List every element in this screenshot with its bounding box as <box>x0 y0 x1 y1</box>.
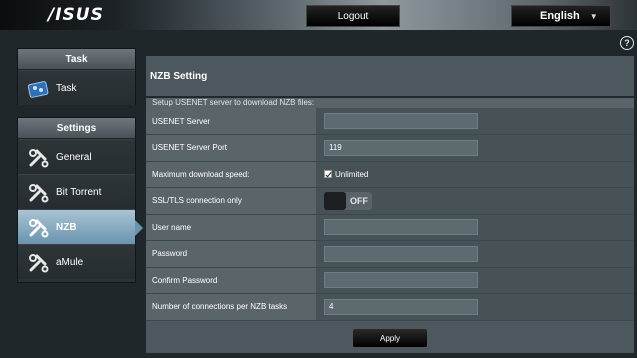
field-label: Confirm Password <box>146 267 316 294</box>
form-row: Password <box>146 240 634 268</box>
task-icon <box>28 81 49 98</box>
ssl-toggle[interactable]: OFF <box>324 191 372 210</box>
wrench-icon <box>29 254 49 273</box>
settings-panel: Settings General Bit Torrent NZB aMule <box>17 117 143 283</box>
sidebar-item-task[interactable]: Task <box>18 70 135 105</box>
field-label: User name <box>146 214 316 241</box>
sidebar-item-label: NZB <box>56 221 77 233</box>
field-label: SSL/TLS connection only <box>146 187 316 215</box>
toggle-state-label: OFF <box>350 195 368 206</box>
connections-input[interactable] <box>324 298 478 315</box>
field-label: Number of connections per NZB tasks <box>146 293 316 321</box>
wrench-icon <box>29 149 49 168</box>
form-row: Number of connections per NZB tasks <box>146 293 634 321</box>
nzb-settings-panel: NZB Setting Setup USENET server to downl… <box>146 56 634 353</box>
sidebar-item-general[interactable]: General <box>18 139 135 174</box>
asus-logo: /ISUS <box>48 5 104 25</box>
usenet-port-input[interactable] <box>324 139 478 156</box>
settings-panel-header: Settings <box>18 118 135 139</box>
sidebar-item-nzb[interactable]: NZB <box>18 209 143 244</box>
field-label: USENET Server <box>146 108 316 135</box>
app-window: /ISUS Logout English ▼ ? Task Task Setti… <box>0 0 637 358</box>
form-row: User name <box>146 214 634 241</box>
sidebar-item-bit-torrent[interactable]: Bit Torrent <box>18 174 135 209</box>
sidebar-item-label: General <box>56 151 92 163</box>
section-description: Setup USENET server to download NZB file… <box>146 98 634 108</box>
password-input[interactable] <box>324 245 478 262</box>
unlimited-option[interactable]: Unlimited <box>324 170 634 179</box>
field-label: USENET Server Port <box>146 134 316 162</box>
top-bar: /ISUS Logout English ▼ <box>0 0 637 30</box>
field-label: Password <box>146 240 316 268</box>
confirm-password-input[interactable] <box>324 272 478 289</box>
page-title: NZB Setting <box>150 71 208 82</box>
wrench-icon <box>29 219 49 238</box>
form-row: Maximum download speed: Unlimited <box>146 161 634 188</box>
wrench-icon <box>29 184 49 203</box>
sidebar-item-label: aMule <box>56 256 84 268</box>
form-row: SSL/TLS connection only OFF <box>146 187 634 215</box>
form-row: USENET Server <box>146 108 634 135</box>
field-label: Maximum download speed: <box>146 161 316 188</box>
active-indicator-arrow <box>135 220 143 236</box>
unlimited-checkbox[interactable] <box>324 170 332 179</box>
task-panel-header: Task <box>18 49 135 70</box>
username-input[interactable] <box>324 219 478 236</box>
task-panel: Task Task <box>17 48 136 105</box>
language-selector[interactable]: English ▼ <box>511 5 611 27</box>
checkbox-label: Unlimited <box>335 169 369 179</box>
usenet-server-input[interactable] <box>324 113 478 129</box>
settings-form: USENET Server USENET Server Port Maximum… <box>146 108 634 321</box>
sidebar-item-label: Bit Torrent <box>56 186 102 198</box>
language-label: English <box>540 10 580 22</box>
form-row: USENET Server Port <box>146 134 634 162</box>
sidebar-item-label: Task <box>56 82 77 94</box>
sidebar-item-amule[interactable]: aMule <box>18 244 135 279</box>
apply-button[interactable]: Apply <box>352 328 428 348</box>
chevron-down-icon: ▼ <box>589 11 598 21</box>
toggle-knob <box>324 191 346 210</box>
logout-button[interactable]: Logout <box>306 5 400 27</box>
help-icon[interactable]: ? <box>620 36 634 50</box>
form-row: Confirm Password <box>146 267 634 294</box>
